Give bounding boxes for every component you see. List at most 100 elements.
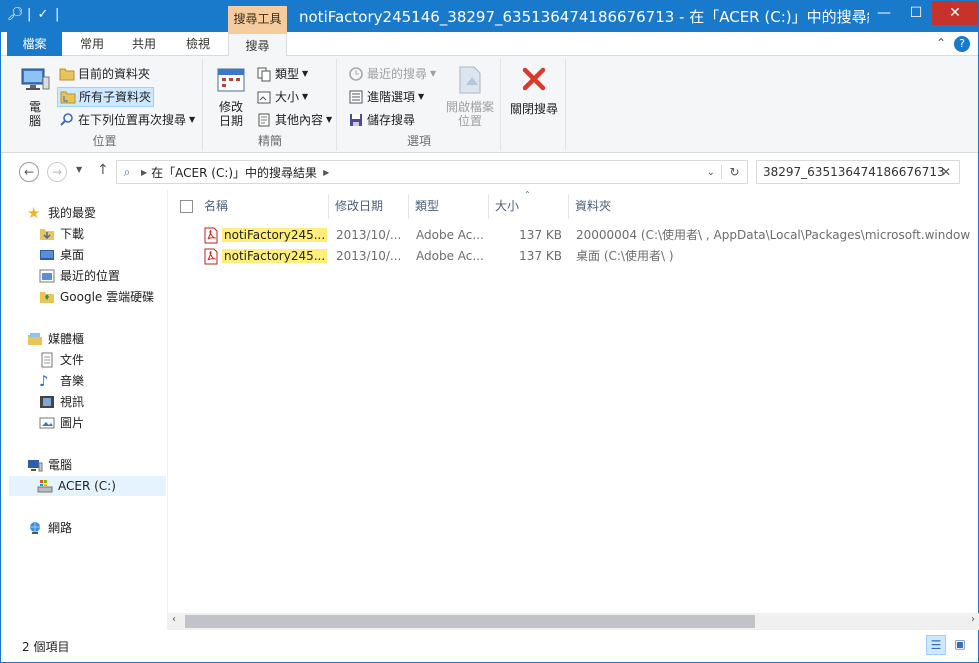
nav-downloads[interactable]: 下載 <box>39 224 84 244</box>
close-search-button[interactable]: 關閉搜尋 <box>506 63 562 117</box>
recent-places-icon <box>39 269 55 283</box>
all-subfolders-button[interactable]: 所有子資料夾 <box>57 87 155 107</box>
nav-libraries[interactable]: 媒體櫃 <box>27 329 84 349</box>
close-button[interactable]: ✕ <box>932 1 978 25</box>
open-file-location-icon <box>459 66 481 94</box>
nav-network[interactable]: 網路 <box>27 518 72 538</box>
refresh-icon[interactable]: ↻ <box>721 165 747 179</box>
save-search-button[interactable]: 儲存搜尋 <box>346 110 417 130</box>
tab-view[interactable]: 檢視 <box>171 32 225 56</box>
search-icon[interactable]: 🔎︎ <box>7 7 24 23</box>
search-again-button[interactable]: 在下列位置再次搜尋 ▼ <box>57 110 197 130</box>
dropdown-arrow-icon: ▼ <box>326 115 333 124</box>
column-header-type[interactable]: 類型 <box>409 194 489 219</box>
nav-drive-c[interactable]: ACER (C:) <box>9 476 166 496</box>
large-icons-view-icon[interactable]: ▣ <box>950 635 970 655</box>
advanced-options-button[interactable]: 進階選項 ▼ <box>346 87 426 107</box>
nav-videos[interactable]: 視訊 <box>39 392 84 412</box>
ribbon-tabs: 檔案 常用 共用 檢視 搜尋 ⌃ ? <box>1 32 978 57</box>
libraries-icon <box>28 333 42 345</box>
videos-icon <box>40 396 54 408</box>
tab-file[interactable]: 檔案 <box>7 32 62 56</box>
file-date: 2013/10/... <box>336 249 402 263</box>
collapse-ribbon-icon[interactable]: ⌃ <box>936 36 946 50</box>
file-size: 137 KB <box>519 249 562 263</box>
horizontal-scrollbar[interactable]: ‹ › <box>168 613 979 630</box>
size-icon <box>257 91 271 104</box>
clear-search-icon[interactable]: ✕ <box>941 161 951 183</box>
minimize-button[interactable]: — <box>868 1 900 25</box>
separator: | <box>55 7 60 22</box>
table-row[interactable]: notiFactory245... 2013/10/... Adobe Ac..… <box>168 225 979 246</box>
back-button[interactable]: ← <box>19 162 39 182</box>
computer-button[interactable]: 電 腦 <box>13 63 57 128</box>
pdf-file-icon <box>204 248 218 265</box>
pictures-icon <box>39 417 55 429</box>
nav-google-drive[interactable]: Google 雲端硬碟 <box>39 287 154 307</box>
up-arrow-icon[interactable]: ↑ <box>97 162 109 178</box>
group-location-label: 位置 <box>92 134 117 148</box>
advanced-options-label: 進階選項 <box>367 90 416 104</box>
select-all-checkbox[interactable] <box>180 200 193 213</box>
details-view-icon[interactable]: ☰ <box>926 635 946 655</box>
address-dropdown-icon[interactable]: ⌄ <box>701 167 721 178</box>
quick-access-dropdown-icon[interactable]: ✓ <box>35 7 51 23</box>
file-folder: 20000004 (C:\使用者\ , AppData\Local\Packag… <box>576 228 971 242</box>
group-close: 關閉搜尋 <box>502 59 566 151</box>
nav-libraries-label: 媒體櫃 <box>48 332 85 346</box>
tab-search[interactable]: 搜尋 <box>228 32 287 57</box>
recent-locations-icon[interactable]: ▼ <box>76 165 82 174</box>
nav-pictures[interactable]: 圖片 <box>39 413 84 433</box>
subfolders-icon <box>60 91 76 104</box>
star-icon: ★ <box>27 204 41 222</box>
calendar-icon <box>217 68 245 92</box>
address-bar[interactable]: ⌕ ▶ 在「ACER (C:)」中的搜尋結果 ▶ ⌄ ↻ <box>116 160 748 184</box>
other-properties-button[interactable]: 其他內容 ▼ <box>254 110 334 130</box>
column-header-name[interactable]: 名稱 <box>198 194 329 219</box>
table-row[interactable]: notiFactory245... 2013/10/... Adobe Ac..… <box>168 246 979 267</box>
kind-label: 類型 <box>275 67 300 81</box>
file-date: 2013/10/... <box>336 228 402 242</box>
recent-searches-label: 最近的搜尋 <box>367 67 428 81</box>
nav-recent[interactable]: 最近的位置 <box>39 266 120 286</box>
breadcrumb[interactable]: 在「ACER (C:)」中的搜尋結果 <box>151 164 317 181</box>
google-drive-icon <box>40 292 54 303</box>
dropdown-arrow-icon: ▼ <box>418 92 425 101</box>
date-modified-button[interactable]: 修改 日期 <box>209 63 253 128</box>
forward-button[interactable]: → <box>47 162 67 182</box>
nav-music-label: 音樂 <box>60 374 85 388</box>
maximize-button[interactable]: ☐ <box>900 1 932 25</box>
nav-videos-label: 視訊 <box>60 395 85 409</box>
nav-documents[interactable]: 文件 <box>39 350 84 370</box>
column-header-date[interactable]: 修改日期 <box>329 194 409 219</box>
quick-access-toolbar: 🔎︎ | ✓ | <box>7 7 59 23</box>
search-input[interactable]: 38297_635136474186676713 ✕ <box>756 160 960 184</box>
file-size: 137 KB <box>519 228 562 242</box>
tab-share[interactable]: 共用 <box>119 32 169 56</box>
current-folder-button[interactable]: 目前的資料夾 <box>57 64 152 84</box>
scroll-right-icon[interactable]: › <box>971 614 975 625</box>
documents-icon <box>41 352 53 368</box>
file-name: notiFactory245... <box>222 228 328 242</box>
help-icon[interactable]: ? <box>954 36 970 52</box>
size-button[interactable]: 大小 ▼ <box>254 87 310 107</box>
nav-downloads-label: 下載 <box>60 227 85 241</box>
column-header-folder[interactable]: 資料夾 <box>569 194 979 219</box>
nav-favorites[interactable]: ★ 我的最愛 <box>27 203 96 223</box>
nav-computer[interactable]: 電腦 <box>27 455 72 475</box>
scroll-left-icon[interactable]: ‹ <box>172 614 176 625</box>
nav-music[interactable]: ♪ 音樂 <box>39 371 84 391</box>
ribbon: 電 腦 目前的資料夾 所有子資料夾 在下列位置再次搜尋 ▼ 位置 修改 日期 類… <box>1 56 978 153</box>
folder-icon <box>59 68 75 81</box>
search-again-label: 在下列位置再次搜尋 <box>78 113 187 127</box>
group-refine: 修改 日期 類型 ▼ 大小 ▼ 其他內容 ▼ 精簡 <box>204 59 337 151</box>
tab-home[interactable]: 常用 <box>67 32 117 56</box>
open-file-location-button[interactable]: 開啟檔案 位置 <box>442 63 498 128</box>
nav-desktop[interactable]: 桌面 <box>39 245 84 265</box>
open-file-location-label: 開啟檔案 位置 <box>445 100 494 128</box>
kind-button[interactable]: 類型 ▼ <box>254 64 310 84</box>
explorer-window: 🔎︎ | ✓ | 搜尋工具 notiFactory245146_38297_63… <box>0 0 979 663</box>
scrollbar-thumb[interactable] <box>185 615 755 628</box>
recent-searches-button[interactable]: 最近的搜尋 ▼ <box>346 64 438 84</box>
nav-computer-label: 電腦 <box>48 458 73 472</box>
